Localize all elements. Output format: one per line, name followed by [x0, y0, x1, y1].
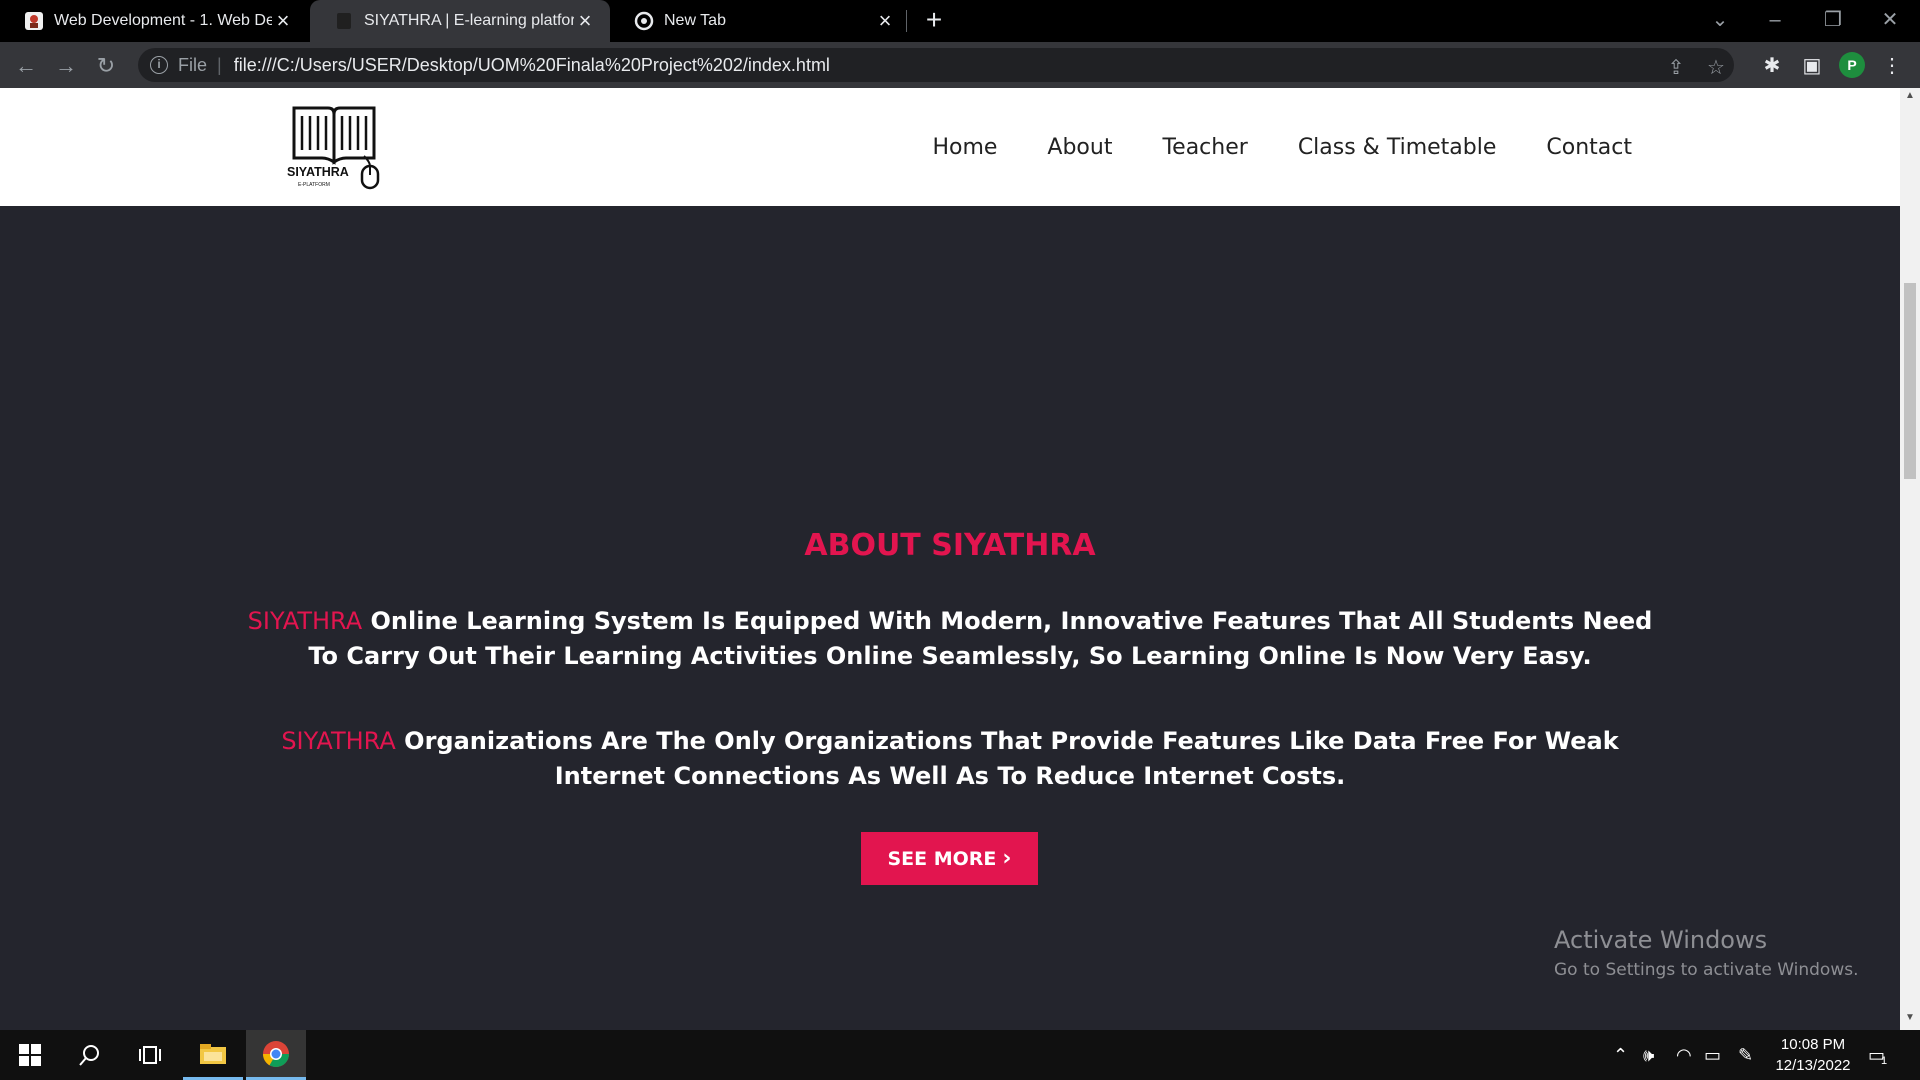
tab-title: New Tab: [664, 12, 726, 29]
tab-close-icon[interactable]: ×: [874, 8, 896, 33]
svg-text:SIYATHRA: SIYATHRA: [287, 165, 349, 179]
clock-time: 10:08 PM: [1780, 1036, 1846, 1053]
chrome-taskbar-icon[interactable]: [246, 1030, 306, 1080]
tab-title: Web Development - 1. Web Desi: [54, 12, 272, 29]
pen-workspace-icon[interactable]: ✎: [1738, 1030, 1753, 1080]
paragraph-text: Organizations Are The Only Organizations…: [395, 727, 1619, 755]
page-favicon-icon: [337, 13, 351, 29]
nav-about[interactable]: About: [1047, 135, 1112, 160]
scroll-thumb[interactable]: [1904, 283, 1916, 479]
menu-kebab-icon[interactable]: ⋮: [1878, 52, 1906, 80]
chrome-favicon-icon: [634, 11, 654, 31]
activate-windows-watermark: Activate Windows Go to Settings to activ…: [1554, 926, 1859, 980]
tab-title: SIYATHRA | E-learning platform: [364, 12, 574, 29]
search-icon[interactable]: [60, 1030, 120, 1080]
url-divider: |: [217, 54, 222, 75]
url-scheme-label: File: [178, 54, 208, 75]
task-view-icon[interactable]: [120, 1030, 180, 1080]
main-nav: Home About Teacher Class & Timetable Con…: [932, 88, 1632, 206]
tab-close-icon[interactable]: ×: [272, 8, 294, 33]
svg-text:E-PLATFORM: E-PLATFORM: [298, 182, 330, 188]
nav-contact[interactable]: Contact: [1546, 135, 1632, 160]
reload-icon[interactable]: ↻: [90, 50, 122, 82]
page-viewport: SIYATHRA E-PLATFORM Home About Teacher C…: [0, 88, 1900, 1030]
page-scrollbar[interactable]: ▲ ▼: [1900, 88, 1920, 1030]
see-more-button[interactable]: SEE MORE ›: [861, 832, 1038, 885]
new-tab-plus-icon[interactable]: +: [920, 6, 948, 35]
network-icon[interactable]: ◠: [1676, 1030, 1692, 1080]
back-arrow-icon[interactable]: ←: [10, 50, 42, 82]
tab-search-chevron-icon[interactable]: ⌄: [1700, 4, 1740, 36]
browser-tab-bar: Web Development - 1. Web Desi × SIYATHRA…: [0, 0, 1920, 42]
notification-count: 1: [1881, 1055, 1888, 1067]
see-more-label: SEE MORE: [887, 847, 997, 870]
volume-icon[interactable]: 🕪: [1643, 1030, 1654, 1080]
windows-taskbar: ⌃ 🕪 ◠ ▭ ✎ 10:08 PM 12/13/2022 ▭ 1: [0, 1030, 1920, 1080]
about-paragraph-2: SIYATHRA Organizations Are The Only Orga…: [0, 724, 1900, 794]
scroll-down-arrow-icon[interactable]: ▼: [1900, 1012, 1920, 1028]
tab-new-tab[interactable]: New Tab ×: [610, 0, 910, 42]
clock-date: 12/13/2022: [1775, 1057, 1851, 1074]
show-hidden-icons-chevron-icon[interactable]: ⌃: [1613, 1030, 1628, 1080]
windows-start-icon[interactable]: [0, 1030, 60, 1080]
site-info-icon[interactable]: i: [150, 56, 168, 74]
siyathra-logo[interactable]: SIYATHRA E-PLATFORM: [286, 104, 386, 190]
about-heading: ABOUT SIYATHRA: [804, 528, 1096, 563]
about-paragraph-1: SIYATHRA Online Learning System Is Equip…: [0, 604, 1900, 674]
about-section: ABOUT SIYATHRA SIYATHRA Online Learning …: [0, 206, 1900, 1030]
tab-siyathra[interactable]: SIYATHRA | E-learning platform ×: [310, 0, 610, 42]
watermark-title: Activate Windows: [1554, 926, 1768, 954]
paragraph-text: Internet Connections As Well As To Reduc…: [554, 762, 1346, 790]
notifications-icon[interactable]: ▭ 1: [1868, 1030, 1887, 1080]
nav-teacher[interactable]: Teacher: [1162, 135, 1247, 160]
window-close-icon[interactable]: ✕: [1870, 4, 1910, 36]
extensions-puzzle-icon[interactable]: ✱: [1758, 52, 1786, 80]
url-text[interactable]: file:///C:/Users/USER/Desktop/UOM%20Fina…: [234, 55, 830, 76]
browser-toolbar: ← → ↻ i File | file:///C:/Users/USER/Des…: [0, 42, 1920, 88]
nav-home[interactable]: Home: [932, 135, 997, 160]
brand-highlight: SIYATHRA: [281, 727, 396, 755]
tab-close-icon[interactable]: ×: [574, 8, 596, 33]
battery-icon[interactable]: ▭: [1704, 1030, 1721, 1080]
minimize-icon[interactable]: –: [1755, 4, 1795, 36]
chevron-right-icon: ›: [1002, 846, 1012, 871]
site-header: SIYATHRA E-PLATFORM Home About Teacher C…: [0, 88, 1900, 206]
side-panel-icon[interactable]: ▣: [1798, 52, 1826, 80]
paragraph-text: Online Learning System Is Equipped With …: [362, 607, 1653, 635]
watermark-subtitle: Go to Settings to activate Windows.: [1554, 960, 1859, 980]
bookmark-star-icon[interactable]: ☆: [1702, 54, 1730, 82]
profile-avatar[interactable]: P: [1839, 52, 1865, 78]
scroll-up-arrow-icon[interactable]: ▲: [1900, 90, 1920, 106]
taskbar-clock[interactable]: 10:08 PM 12/13/2022: [1770, 1034, 1856, 1076]
address-bar[interactable]: i File | file:///C:/Users/USER/Desktop/U…: [138, 48, 1734, 82]
forward-arrow-icon[interactable]: →: [50, 50, 82, 82]
tab-web-development[interactable]: Web Development - 1. Web Desi ×: [0, 0, 308, 42]
paragraph-text: To Carry Out Their Learning Activities O…: [308, 642, 1592, 670]
share-icon[interactable]: ⇪: [1662, 54, 1690, 82]
tab-divider: [906, 10, 907, 32]
file-explorer-icon[interactable]: [183, 1030, 243, 1080]
moodle-favicon-icon: [25, 12, 43, 30]
brand-highlight: SIYATHRA: [247, 607, 363, 635]
restore-icon[interactable]: ❐: [1813, 4, 1853, 36]
nav-class-timetable[interactable]: Class & Timetable: [1298, 135, 1497, 160]
